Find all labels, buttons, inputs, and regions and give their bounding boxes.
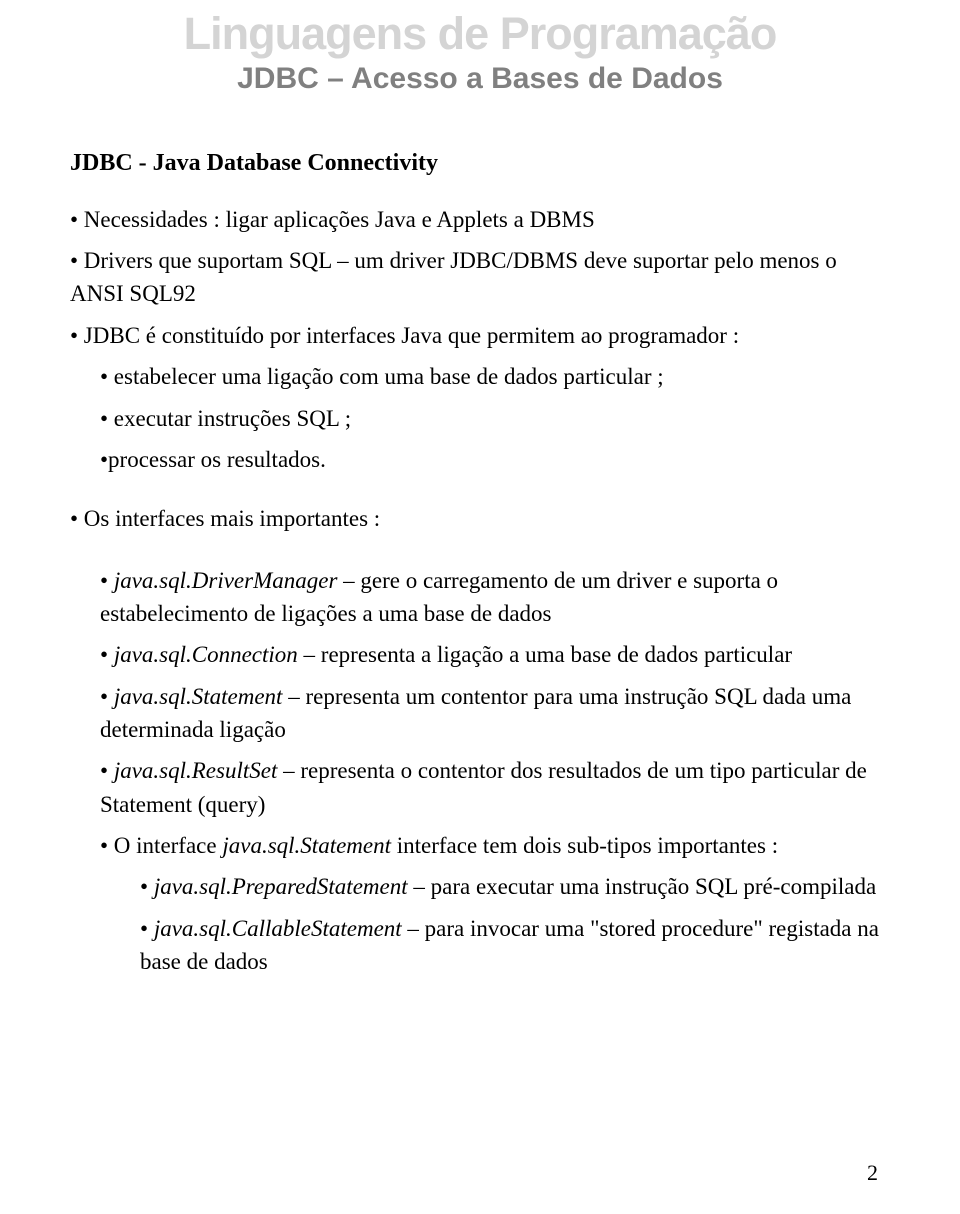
bullet-prefix: • [100, 568, 114, 593]
bullet-prepared-statement: • java.sql.PreparedStatement – para exec… [70, 870, 890, 903]
section-title: JDBC - Java Database Connectivity [70, 146, 890, 181]
page-number: 2 [867, 1160, 878, 1186]
bullet-prefix: • O interface [100, 833, 222, 858]
class-driver-manager: java.sql.DriverManager [114, 568, 338, 593]
bullet-estabelecer: • estabelecer uma ligação com uma base d… [70, 360, 890, 393]
bullet-text: interface tem dois sub-tipos importantes… [391, 833, 778, 858]
bullet-processar: •processar os resultados. [70, 443, 890, 476]
bullet-drivers: • Drivers que suportam SQL – um driver J… [70, 244, 890, 311]
bullet-prefix: • [100, 684, 114, 709]
bullet-text: – para executar uma instrução SQL pré-co… [408, 874, 877, 899]
header-subtitle: JDBC – Acesso a Bases de Dados [0, 62, 960, 96]
bullet-connection: • java.sql.Connection – representa a lig… [70, 638, 890, 671]
page-content: JDBC - Java Database Connectivity • Nece… [0, 96, 960, 978]
class-prepared-statement: java.sql.PreparedStatement [154, 874, 408, 899]
page-header: Linguagens de Programação JDBC – Acesso … [0, 0, 960, 96]
bullet-executar: • executar instruções SQL ; [70, 402, 890, 435]
bullet-resultset: • java.sql.ResultSet – representa o cont… [70, 754, 890, 821]
bullet-callable-statement: • java.sql.CallableStatement – para invo… [70, 912, 890, 979]
bullet-necessidades: • Necessidades : ligar aplicações Java e… [70, 203, 890, 236]
class-resultset: java.sql.ResultSet [114, 758, 278, 783]
class-callable-statement: java.sql.CallableStatement [154, 916, 402, 941]
interfaces-heading: • Os interfaces mais importantes : [70, 502, 890, 535]
bullet-statement: • java.sql.Statement – representa um con… [70, 680, 890, 747]
class-statement: java.sql.Statement [114, 684, 283, 709]
bullet-prefix: • [140, 916, 154, 941]
bullet-driver-manager: • java.sql.DriverManager – gere o carreg… [70, 564, 890, 631]
class-connection: java.sql.Connection [114, 642, 298, 667]
header-title: Linguagens de Programação [0, 8, 960, 60]
bullet-text: – representa a ligação a uma base de dad… [298, 642, 792, 667]
bullet-prefix: • [100, 758, 114, 783]
bullet-subtypes-intro: • O interface java.sql.Statement interfa… [70, 829, 890, 862]
bullet-jdbc-interfaces: • JDBC é constituído por interfaces Java… [70, 319, 890, 352]
bullet-prefix: • [140, 874, 154, 899]
class-statement-ref: java.sql.Statement [222, 833, 391, 858]
bullet-prefix: • [100, 642, 114, 667]
